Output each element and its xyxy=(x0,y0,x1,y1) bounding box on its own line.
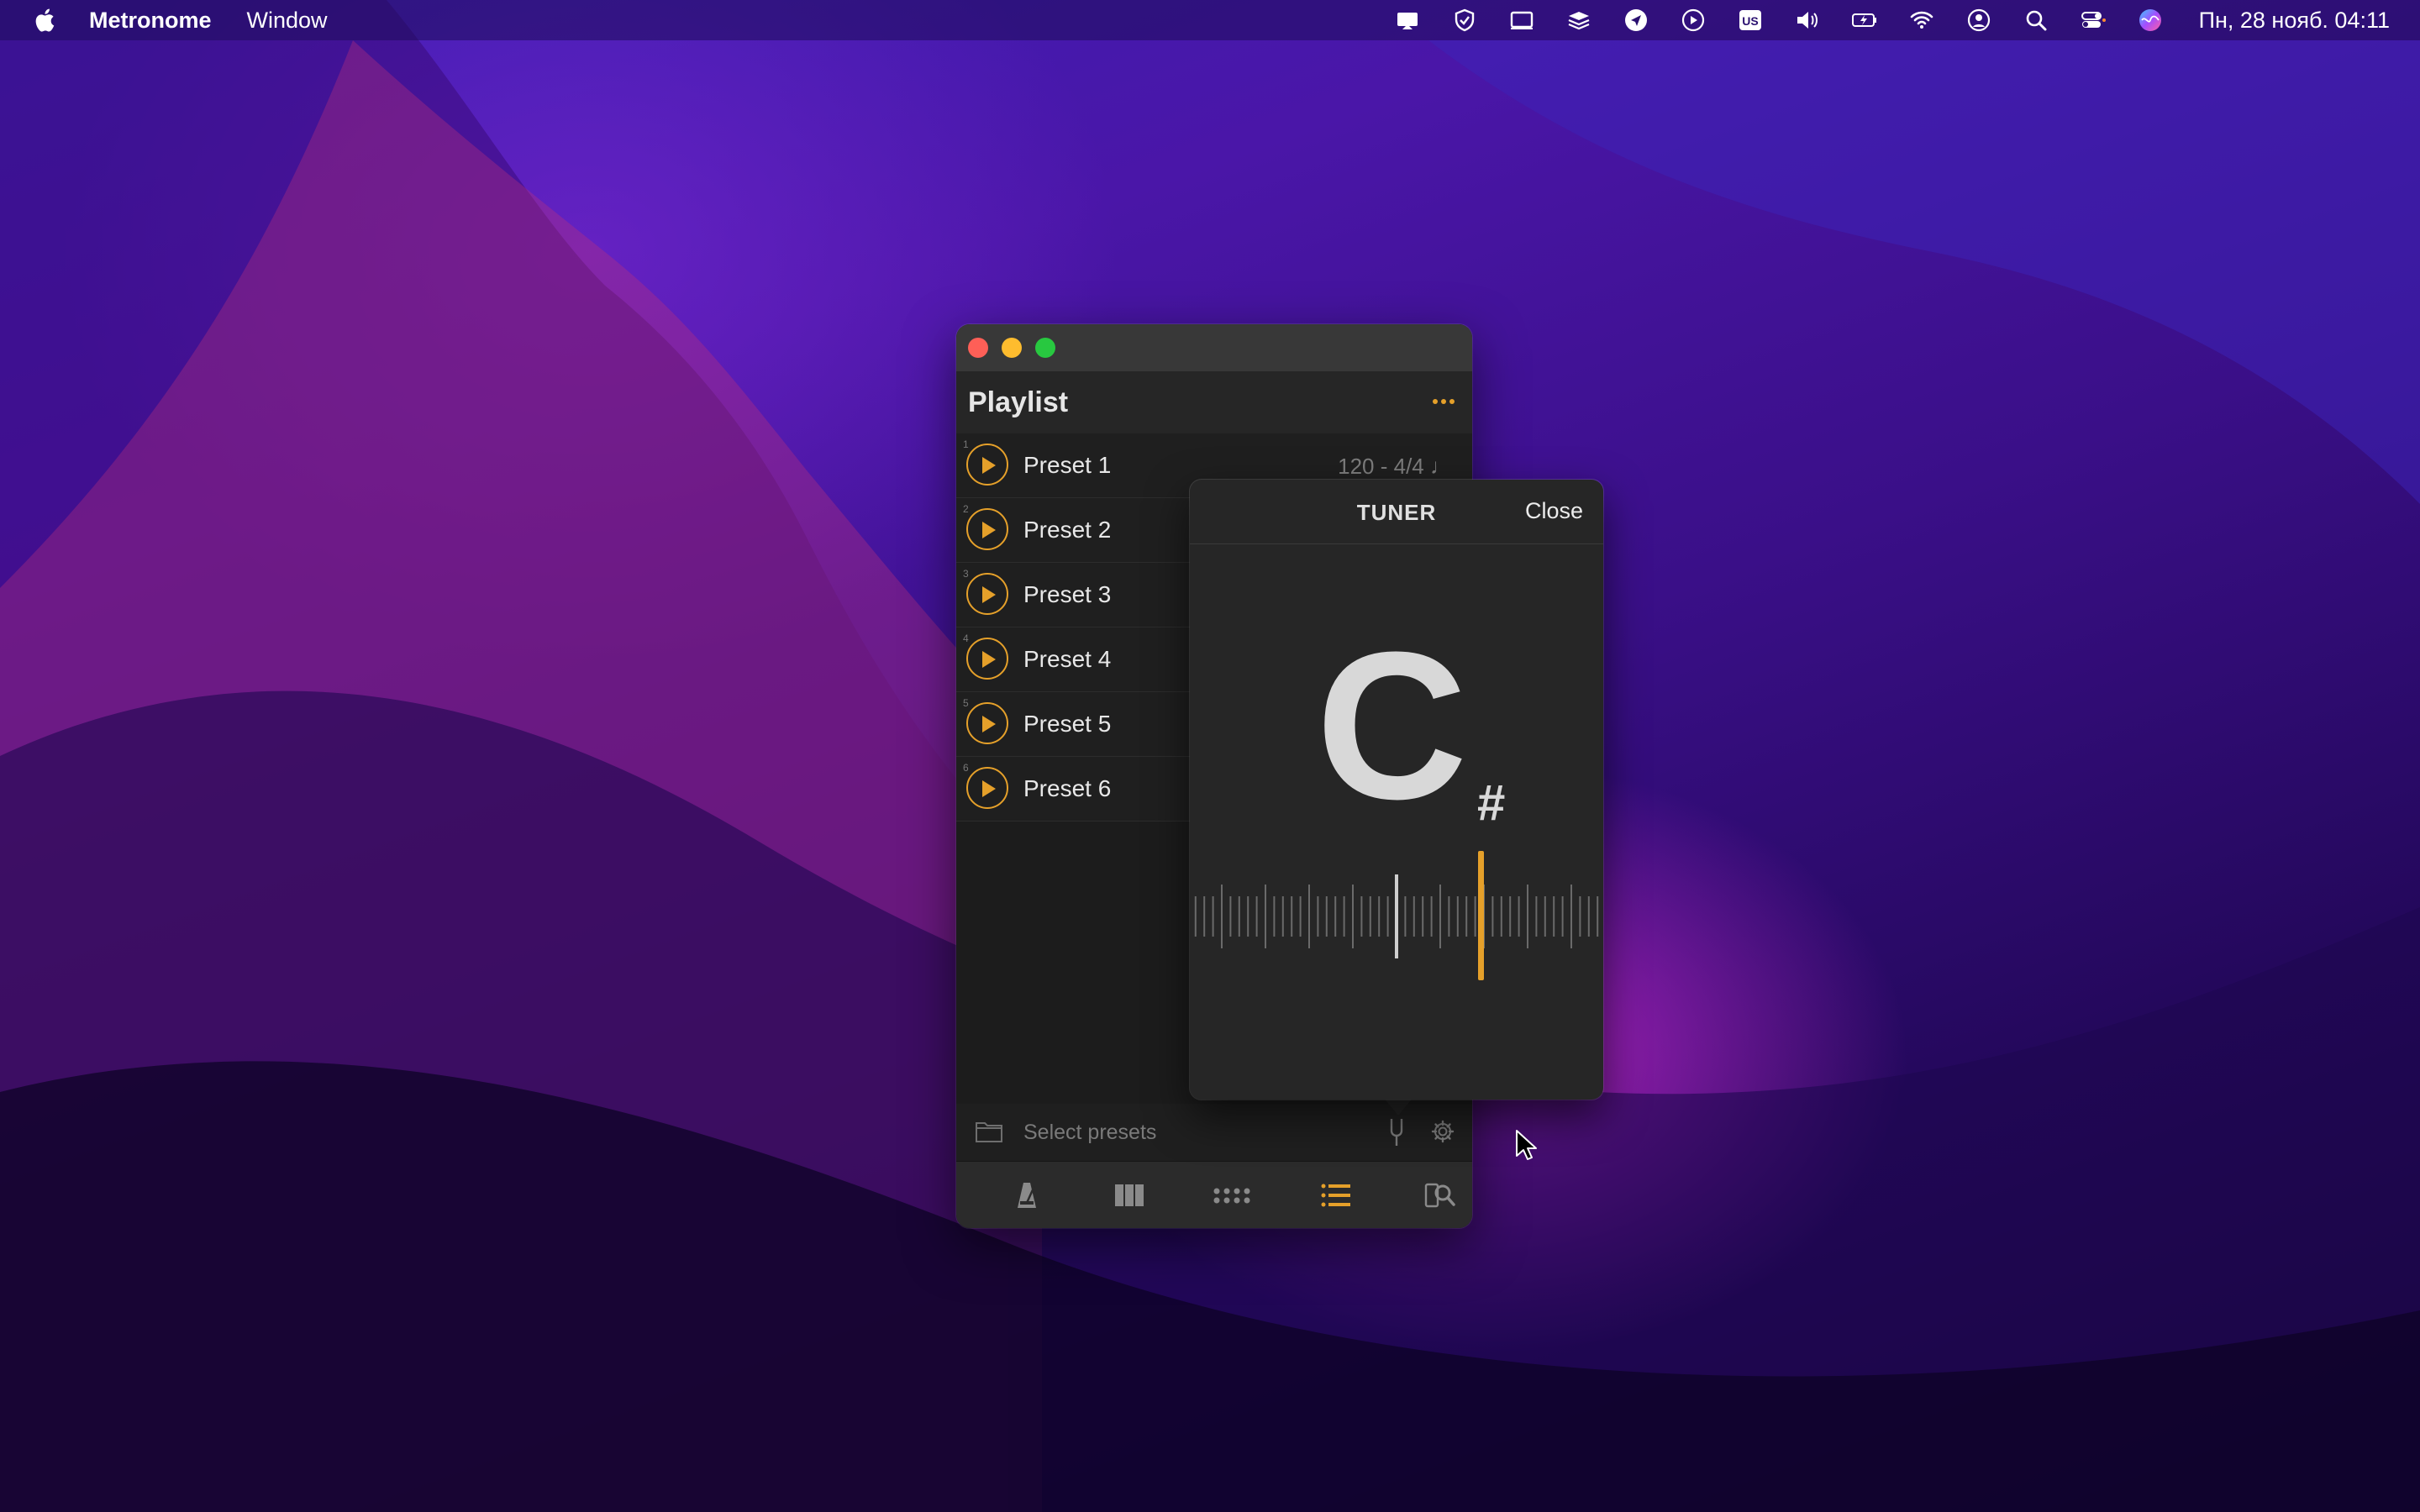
window-zoom-button[interactable] xyxy=(1035,338,1055,358)
preset-label: Preset 3 xyxy=(1023,581,1112,607)
play-circle-icon[interactable] xyxy=(1681,8,1706,33)
play-icon xyxy=(982,716,996,732)
row-index: 5 xyxy=(963,697,969,709)
volume-icon[interactable] xyxy=(1795,8,1820,33)
row-index: 6 xyxy=(963,762,969,774)
window-close-button[interactable] xyxy=(968,338,988,358)
row-index: 2 xyxy=(963,503,969,515)
apple-menu-icon[interactable] xyxy=(32,7,55,34)
play-icon xyxy=(982,522,996,538)
tuner-needle xyxy=(1478,851,1484,980)
user-circle-icon[interactable] xyxy=(1966,8,1991,33)
preset-label: Preset 4 xyxy=(1023,646,1112,672)
tuner-close-button[interactable]: Close xyxy=(1525,498,1583,524)
play-icon xyxy=(982,586,996,603)
tuner-accidental: # xyxy=(1477,774,1506,831)
tab-list[interactable] xyxy=(1316,1175,1356,1215)
play-button[interactable] xyxy=(966,508,1008,550)
row-index: 4 xyxy=(963,633,969,644)
battery-charging-icon[interactable] xyxy=(1851,8,1877,33)
more-options-icon[interactable] xyxy=(1428,386,1459,417)
tuner-header: TUNER Close xyxy=(1190,480,1603,544)
app-menu-metronome[interactable]: Metronome xyxy=(89,8,212,34)
status-area: US Пн, 28 нояб. 04:11 xyxy=(1379,0,2390,40)
dots-tab-icon xyxy=(1213,1188,1250,1204)
spotlight-search-icon[interactable] xyxy=(2023,8,2049,33)
search-tab-icon xyxy=(1424,1183,1455,1208)
play-icon xyxy=(982,651,996,668)
folder-icon[interactable] xyxy=(975,1119,1003,1144)
gear-icon[interactable] xyxy=(1430,1119,1455,1144)
preset-tempo: 120 - 4/4 ♩ xyxy=(1338,454,1452,479)
svg-text:US: US xyxy=(1742,14,1758,28)
input-source-us-icon[interactable]: US xyxy=(1738,8,1763,33)
tab-search[interactable] xyxy=(1420,1175,1460,1215)
mouse-pointer-icon xyxy=(1516,1130,1537,1160)
select-presets-button[interactable]: Select presets xyxy=(1023,1121,1156,1145)
tuner-note: C xyxy=(1316,608,1468,843)
screen-share-icon[interactable] xyxy=(1395,8,1420,33)
window-menu[interactable]: Window xyxy=(247,8,328,34)
play-icon xyxy=(982,780,996,797)
play-button[interactable] xyxy=(966,444,1008,486)
stack-icon[interactable] xyxy=(1566,8,1591,33)
tab-columns[interactable] xyxy=(1109,1175,1150,1215)
menu-bar: Metronome Window US Пн, 28 нояб. 04:11 xyxy=(0,0,2420,40)
window-minimize-button[interactable] xyxy=(1002,338,1022,358)
shield-icon[interactable] xyxy=(1452,8,1477,33)
play-button[interactable] xyxy=(966,702,1008,744)
play-button[interactable] xyxy=(966,638,1008,680)
control-center-icon[interactable] xyxy=(2081,8,2106,33)
playlist-title: Playlist xyxy=(968,386,1069,418)
preset-label: Preset 5 xyxy=(1023,711,1112,737)
location-arrow-icon[interactable] xyxy=(1623,8,1649,33)
display-icon[interactable] xyxy=(1509,8,1534,33)
tab-metronome[interactable] xyxy=(1007,1175,1047,1215)
row-index: 3 xyxy=(963,568,969,580)
menu-clock[interactable]: Пн, 28 нояб. 04:11 xyxy=(2199,8,2390,34)
tuning-fork-icon[interactable] xyxy=(1386,1117,1407,1147)
wifi-icon[interactable] xyxy=(1909,8,1934,33)
tab-dots[interactable] xyxy=(1212,1175,1252,1215)
siri-icon[interactable] xyxy=(2138,8,2163,33)
play-button[interactable] xyxy=(966,573,1008,615)
list-tab-icon xyxy=(1321,1184,1350,1207)
preset-label: Preset 1 xyxy=(1023,452,1112,478)
play-button[interactable] xyxy=(966,767,1008,809)
row-index: 1 xyxy=(963,438,969,450)
play-icon xyxy=(982,457,996,474)
columns-tab-icon xyxy=(1115,1184,1144,1206)
tuner-scale xyxy=(1194,851,1599,980)
playlist-header: Playlist xyxy=(956,371,1472,433)
preset-label: Preset 2 xyxy=(1023,517,1112,543)
popover-arrow xyxy=(1383,1097,1413,1116)
title-bar[interactable] xyxy=(956,324,1472,372)
tuner-popover: TUNER Close C # xyxy=(1190,480,1603,1100)
metronome-tab-icon xyxy=(1018,1183,1036,1208)
preset-label: Preset 6 xyxy=(1023,775,1112,801)
tab-bar xyxy=(956,1161,1472,1228)
